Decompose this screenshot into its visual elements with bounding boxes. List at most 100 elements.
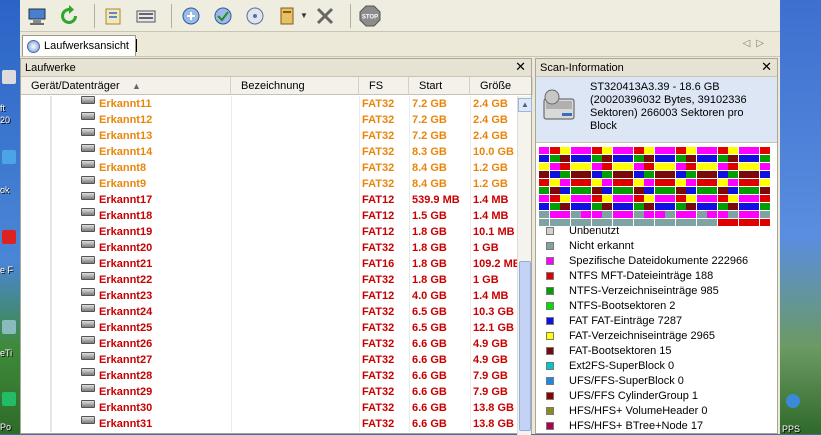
sector-cell: [644, 147, 654, 154]
close-icon[interactable]: ✕: [761, 60, 772, 74]
vertical-scrollbar[interactable]: ▲: [517, 96, 532, 435]
table-row[interactable]: Erkannt14 FAT32 8.3 GB 10.0 GB: [21, 144, 517, 160]
sector-cell: [549, 203, 560, 210]
sector-cell: [539, 179, 549, 186]
sector-cell: [591, 147, 602, 154]
book-icon[interactable]: [274, 3, 300, 29]
table-row[interactable]: Erkannt19 FAT12 1.8 GB 10.1 MB: [21, 224, 517, 240]
desktop-icon[interactable]: [2, 70, 16, 84]
column-header-device[interactable]: Gerät/Datenträger ▲: [21, 77, 231, 95]
column-divider: [231, 112, 232, 128]
table-row[interactable]: Erkannt29 FAT32 6.6 GB 7.9 GB: [21, 384, 517, 400]
table-row[interactable]: Erkannt23 FAT12 4.0 GB 1.4 MB: [21, 288, 517, 304]
desktop-icon[interactable]: [2, 150, 16, 164]
refresh-icon[interactable]: [56, 3, 82, 29]
sector-cell: [707, 211, 717, 218]
table-row[interactable]: Erkannt12 FAT32 7.2 GB 2.4 GB: [21, 112, 517, 128]
table-row[interactable]: Erkannt31 FAT32 6.6 GB 13.8 GB: [21, 416, 517, 432]
sector-cell: [654, 211, 665, 218]
table-row[interactable]: Erkannt18 FAT12 1.5 GB 1.4 MB: [21, 208, 517, 224]
column-header-fs[interactable]: FS: [359, 77, 409, 95]
tab-laufwerksansicht[interactable]: Laufwerksansicht: [22, 35, 137, 56]
column-divider: [359, 400, 360, 416]
column-divider: [231, 192, 232, 208]
table-row[interactable]: Erkannt11 FAT32 7.2 GB 2.4 GB: [21, 96, 517, 112]
sector-cell: [686, 171, 696, 178]
table-row[interactable]: Erkannt21 FAT16 1.8 GB 109.2 MB: [21, 256, 517, 272]
chevron-down-icon[interactable]: ▼: [300, 11, 308, 20]
table-row[interactable]: Erkannt22 FAT32 1.8 GB 1 GB: [21, 272, 517, 288]
desktop-icon[interactable]: [786, 394, 800, 408]
column-header-start[interactable]: Start: [409, 77, 470, 95]
table-row[interactable]: Erkannt24 FAT32 6.5 GB 10.3 GB: [21, 304, 517, 320]
desktop-icon[interactable]: [2, 392, 16, 406]
computer-icon[interactable]: [24, 3, 50, 29]
sector-cell: [696, 147, 707, 154]
table-row[interactable]: Erkannt8 FAT32 8.4 GB 1.2 GB: [21, 160, 517, 176]
sector-cell: [560, 171, 570, 178]
column-divider: [470, 240, 471, 256]
sector-cell: [665, 171, 675, 178]
sector-cell: [728, 179, 738, 186]
legend-label: Nicht erkannt: [569, 239, 634, 252]
column-divider: [409, 96, 410, 112]
desktop-icon-label: e F: [0, 265, 14, 275]
legend-swatch: [546, 316, 554, 325]
table-row[interactable]: Erkannt25 FAT32 6.5 GB 12.1 GB: [21, 320, 517, 336]
table-row[interactable]: Erkannt9 FAT32 8.4 GB 1.2 GB: [21, 176, 517, 192]
column-divider: [470, 416, 471, 432]
table-row[interactable]: Erkannt17 FAT12 539.9 MB 1.4 MB: [21, 192, 517, 208]
sector-cell: [570, 147, 581, 154]
legend-swatch: [546, 286, 554, 295]
sector-cell: [602, 187, 612, 194]
recover-all-icon[interactable]: [210, 3, 236, 29]
scroll-up-button[interactable]: ▲: [518, 98, 532, 112]
stop-icon[interactable]: STOP: [357, 3, 383, 29]
column-divider: [470, 256, 471, 272]
sector-cell: [728, 211, 738, 218]
drive-size: 1.4 MB: [473, 210, 509, 222]
drive-start: 1.8 GB: [412, 226, 447, 238]
sector-cell: [549, 171, 560, 178]
scroll-thumb[interactable]: [519, 261, 531, 431]
drive-start: 6.6 GB: [412, 338, 447, 350]
column-divider: [470, 96, 471, 112]
table-row[interactable]: Erkannt13 FAT32 7.2 GB 2.4 GB: [21, 128, 517, 144]
tab-scroll-arrows[interactable]: ◁▷: [743, 38, 770, 49]
table-row[interactable]: Erkannt27 FAT32 6.6 GB 4.9 GB: [21, 352, 517, 368]
tools-icon[interactable]: [312, 3, 338, 29]
table-row[interactable]: Erkannt26 FAT32 6.6 GB 4.9 GB: [21, 336, 517, 352]
table-row[interactable]: Erkannt28 FAT32 6.6 GB 7.9 GB: [21, 368, 517, 384]
desktop-icon[interactable]: [2, 320, 16, 334]
column-divider: [231, 352, 232, 368]
sector-cell: [675, 179, 686, 186]
sector-cell: [581, 211, 591, 218]
drive-size: 12.1 GB: [473, 322, 514, 334]
drive-name: Erkannt31: [99, 418, 153, 430]
column-divider: [409, 288, 410, 304]
column-divider: [359, 224, 360, 240]
drive-fs: FAT32: [362, 386, 395, 398]
column-header-size[interactable]: Größe: [470, 77, 533, 95]
keyboard-icon[interactable]: [133, 3, 159, 29]
desktop-icon[interactable]: [2, 230, 16, 244]
column-header-label[interactable]: Bezeichnung: [231, 77, 359, 95]
drive-start: 6.5 GB: [412, 306, 447, 318]
disc-icon[interactable]: [242, 3, 268, 29]
column-divider: [359, 208, 360, 224]
recover-icon[interactable]: [178, 3, 204, 29]
table-row[interactable]: Erkannt30 FAT32 6.6 GB 13.8 GB: [21, 400, 517, 416]
column-divider: [409, 272, 410, 288]
sector-cell: [728, 155, 738, 162]
drive-fs: FAT32: [362, 370, 395, 382]
hard-disk-icon: [81, 352, 95, 360]
sector-cell: [549, 187, 560, 194]
sector-cell: [749, 211, 759, 218]
sort-ascending-icon: ▲: [132, 81, 141, 91]
sector-cell: [612, 211, 623, 218]
open-folder-icon[interactable]: [101, 3, 127, 29]
close-icon[interactable]: ✕: [515, 60, 526, 74]
sector-cell: [612, 195, 623, 202]
table-row[interactable]: Erkannt20 FAT32 1.8 GB 1 GB: [21, 240, 517, 256]
drive-start: 7.2 GB: [412, 98, 447, 110]
